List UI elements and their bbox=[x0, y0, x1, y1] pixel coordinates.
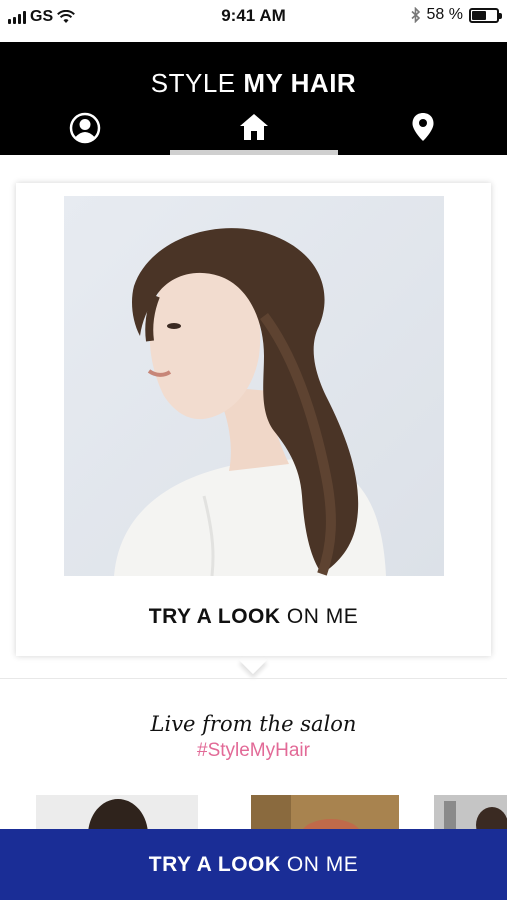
status-right: 58 % bbox=[410, 6, 502, 24]
divider bbox=[0, 678, 507, 679]
app-header: STYLE MY HAIR bbox=[0, 42, 507, 155]
app-title-light: STYLE bbox=[150, 68, 236, 98]
card-cta[interactable]: TRY A LOOK ON ME bbox=[16, 605, 491, 629]
card-cta-bold: TRY A LOOK bbox=[148, 605, 281, 628]
tab-profile[interactable] bbox=[0, 110, 169, 155]
battery-level bbox=[472, 10, 486, 20]
card-cta-light: ON ME bbox=[286, 605, 359, 628]
profile-icon bbox=[69, 112, 100, 144]
try-look-button[interactable]: TRY A LOOK ON ME bbox=[0, 829, 507, 900]
app-title: STYLE MY HAIR bbox=[0, 68, 507, 99]
location-pin-icon bbox=[412, 113, 433, 141]
salon-title: Live from the salon bbox=[150, 712, 357, 736]
battery-icon bbox=[469, 7, 502, 23]
hair-model-photo[interactable] bbox=[64, 196, 444, 576]
tab-location[interactable] bbox=[338, 110, 507, 155]
look-card[interactable]: TRY A LOOK ON ME bbox=[16, 183, 491, 656]
nav-bar bbox=[0, 110, 507, 155]
home-icon bbox=[239, 114, 268, 140]
app-title-bold: MY HAIR bbox=[243, 68, 357, 98]
bluetooth-icon bbox=[410, 7, 420, 23]
try-look-button-light: ON ME bbox=[286, 852, 359, 876]
status-bar: GS 9:41 AM 58 % bbox=[0, 0, 507, 42]
tab-home[interactable] bbox=[169, 110, 338, 155]
try-look-button-bold: TRY A LOOK bbox=[148, 852, 281, 876]
hair-model-image bbox=[64, 196, 444, 576]
battery-percent: 58 % bbox=[426, 6, 463, 23]
salon-hashtag[interactable]: #StyleMyHair bbox=[0, 740, 507, 762]
nav-active-indicator bbox=[170, 150, 338, 155]
